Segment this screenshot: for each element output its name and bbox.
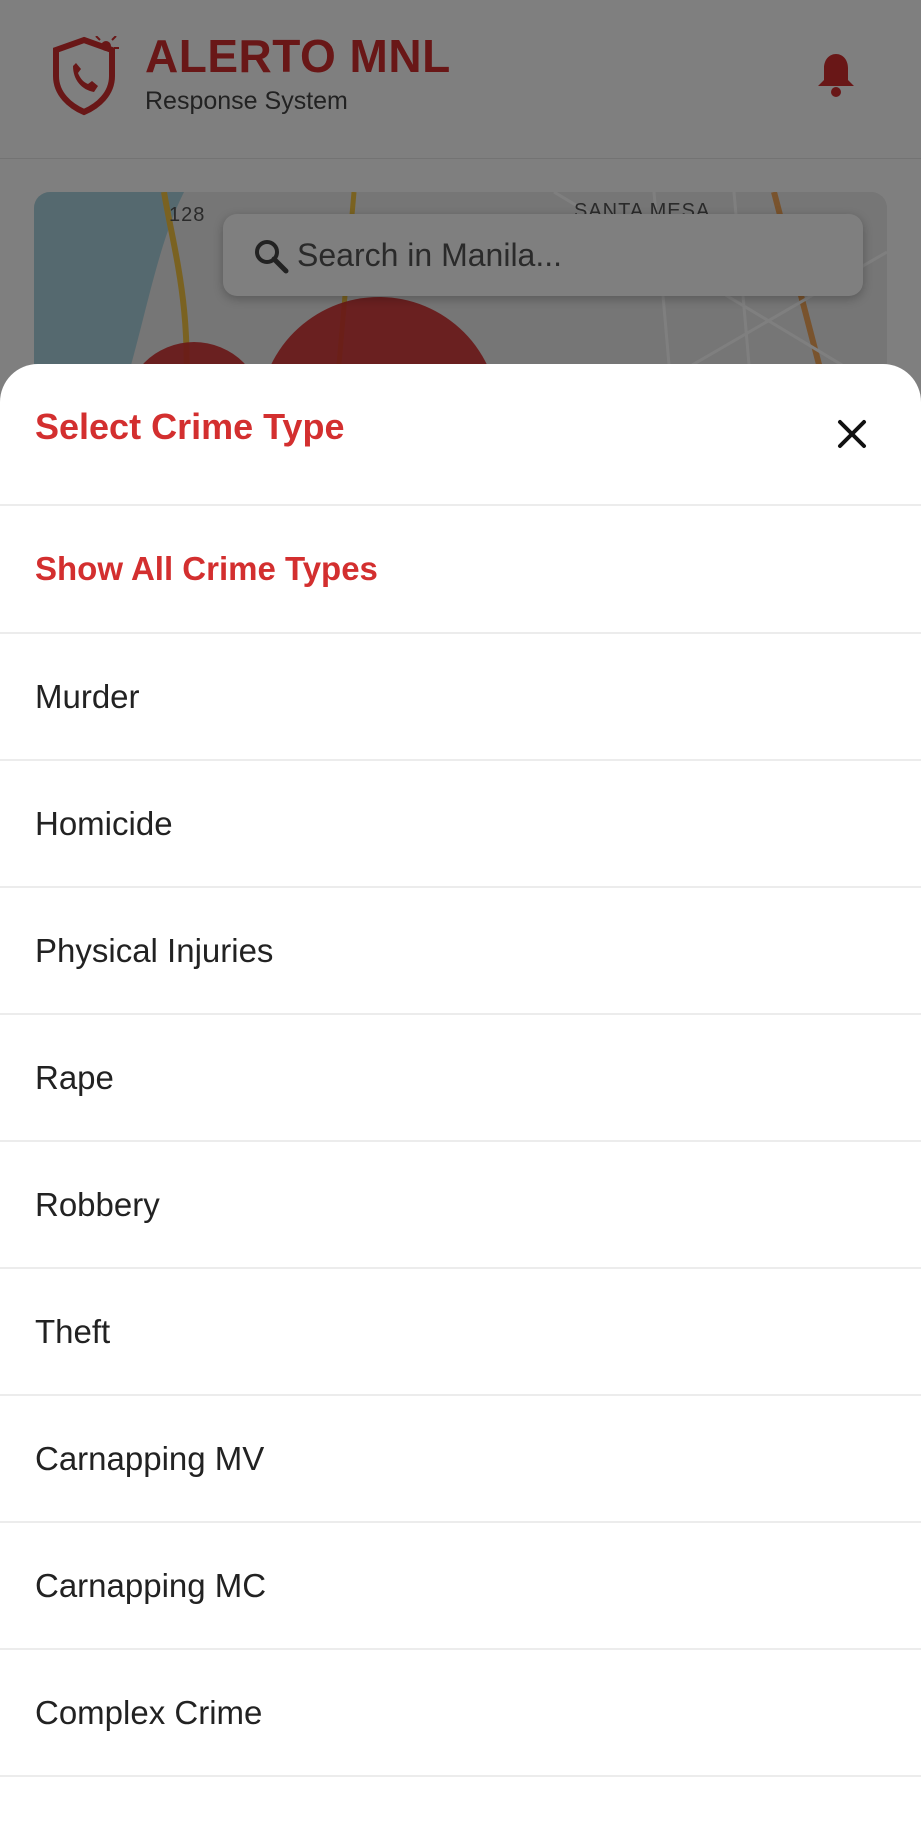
close-icon[interactable] — [826, 408, 878, 460]
crime-type-item-robbery[interactable]: Robbery — [0, 1142, 921, 1269]
list-item-label: Complex Crime — [35, 1694, 263, 1731]
crime-type-item-physical-injuries[interactable]: Physical Injuries — [0, 888, 921, 1015]
crime-type-item-complex-crime[interactable]: Complex Crime — [0, 1650, 921, 1777]
list-item-label: Carnapping MV — [35, 1440, 265, 1477]
list-item-label: Physical Injuries — [35, 932, 274, 969]
crime-type-item-theft[interactable]: Theft — [0, 1269, 921, 1396]
list-item-label: Murder — [35, 678, 140, 715]
crime-type-item-carnapping-mc[interactable]: Carnapping MC — [0, 1523, 921, 1650]
list-item-label: Carnapping MC — [35, 1567, 267, 1604]
crime-type-item-rape[interactable]: Rape — [0, 1015, 921, 1142]
list-item-label: Robbery — [35, 1186, 160, 1223]
crime-type-item-carnapping-mv[interactable]: Carnapping MV — [0, 1396, 921, 1523]
show-all-crime-types-option[interactable]: Show All Crime Types — [0, 506, 921, 634]
list-item-label: Theft — [35, 1313, 111, 1350]
list-item-label: Rape — [35, 1059, 114, 1096]
crime-type-item-homicide[interactable]: Homicide — [0, 761, 921, 888]
crime-type-sheet: Select Crime Type Show All Crime Types M… — [0, 364, 921, 1827]
crime-type-item-murder[interactable]: Murder — [0, 634, 921, 761]
show-all-label: Show All Crime Types — [35, 550, 378, 587]
sheet-header: Select Crime Type — [0, 364, 921, 506]
list-item-label: Homicide — [35, 805, 173, 842]
sheet-title: Select Crime Type — [35, 406, 345, 447]
